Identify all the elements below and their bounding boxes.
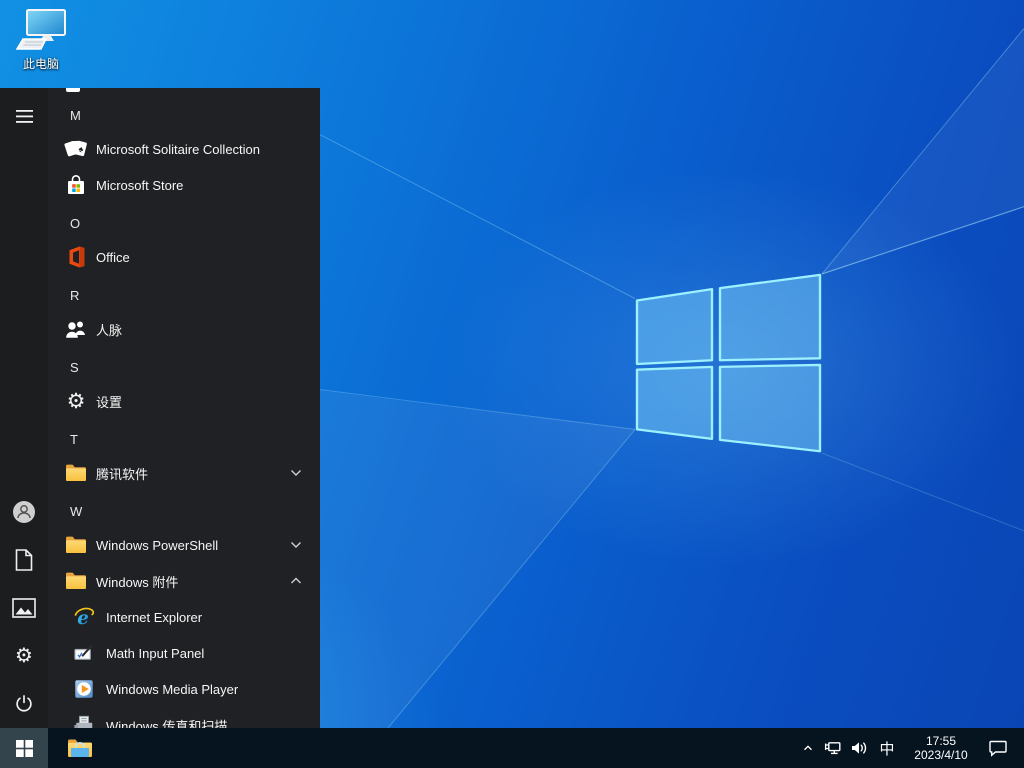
section-letter: W	[70, 503, 83, 519]
action-center-icon	[989, 740, 1007, 757]
network-ethernet-icon	[824, 742, 841, 755]
tray-volume-button[interactable]	[846, 728, 872, 768]
chevron-up-icon	[291, 577, 301, 584]
start-menu-rail: ⚙	[0, 88, 48, 728]
app-label: Windows 附件	[96, 574, 179, 590]
start-button[interactable]	[0, 728, 48, 768]
this-pc-icon	[15, 9, 66, 50]
volume-icon	[852, 742, 867, 754]
tray-date: 2023/4/10	[914, 748, 968, 762]
folder-item-tencent-software[interactable]: 腾讯软件	[48, 455, 320, 491]
app-item-windows-fax-and-scan[interactable]: Windows 传真和扫描	[48, 707, 320, 728]
power-icon	[16, 695, 32, 712]
app-label: Math Input Panel	[106, 645, 205, 661]
app-label: Windows 传真和扫描	[106, 718, 228, 729]
math-input-panel-icon	[73, 642, 95, 664]
ime-indicator-label: 中	[879, 740, 895, 758]
user-account-button[interactable]	[0, 488, 48, 536]
app-item-office[interactable]: Office	[48, 239, 320, 275]
file-explorer-icon	[68, 739, 92, 757]
section-header-m[interactable]: M	[48, 97, 320, 133]
app-label: 人脉	[96, 322, 123, 338]
user-account-icon	[13, 501, 35, 523]
folder-icon	[64, 461, 88, 485]
tray-clock[interactable]: 17:55 2023/4/10	[902, 728, 980, 768]
app-label: Office	[96, 249, 130, 265]
section-letter: O	[70, 215, 81, 231]
folder-icon	[64, 533, 88, 557]
power-button[interactable]	[0, 680, 48, 728]
section-header-o[interactable]: O	[48, 205, 320, 241]
app-item-microsoft-store[interactable]: Microsoft Store	[48, 167, 320, 203]
section-letter: R	[70, 287, 80, 303]
app-item-windows-media-player[interactable]: Windows Media Player	[48, 671, 320, 707]
section-header-s[interactable]: S	[48, 349, 320, 385]
taskbar: 中 17:55 2023/4/10	[0, 728, 1024, 768]
section-header-t[interactable]: T	[48, 421, 320, 457]
solitaire-icon: ♠	[64, 137, 88, 161]
app-item-people[interactable]: 人脉	[48, 311, 320, 347]
tray-time: 17:55	[925, 734, 957, 748]
app-item-settings[interactable]: ⚙ 设置	[48, 383, 320, 419]
pictures-button[interactable]	[0, 584, 48, 632]
documents-button[interactable]	[0, 536, 48, 584]
internet-explorer-icon: e	[73, 606, 95, 628]
folder-icon	[64, 569, 88, 593]
app-label: 腾讯软件	[96, 466, 149, 482]
fax-and-scan-icon	[73, 714, 95, 728]
section-letter: T	[70, 431, 78, 447]
tray-network-button[interactable]	[820, 728, 846, 768]
chevron-down-icon	[291, 542, 301, 548]
windows-media-player-icon	[73, 678, 95, 700]
partially-scrolled-app-icon	[66, 88, 80, 92]
start-menu-app-list: M ♠ Microsoft Solitaire Collection Micro…	[48, 88, 320, 728]
section-header-r[interactable]: R	[48, 277, 320, 313]
app-label: Internet Explorer	[106, 609, 203, 625]
file-explorer-button[interactable]	[56, 728, 104, 768]
tray-show-hidden-icons-button[interactable]	[796, 728, 820, 768]
section-letter: M	[70, 107, 81, 123]
app-label: Windows PowerShell	[96, 537, 219, 553]
chevron-down-icon	[291, 470, 301, 476]
windows-logo-icon	[15, 739, 33, 757]
app-label: Windows Media Player	[106, 681, 239, 697]
app-item-internet-explorer[interactable]: e Internet Explorer	[48, 599, 320, 635]
windows-desktop: 此电脑 ⚙ M ♠ Microsoft Solitaire Collection…	[0, 0, 1024, 768]
hamburger-menu-button[interactable]	[0, 92, 48, 140]
folder-item-windows-accessories[interactable]: Windows 附件	[48, 563, 320, 599]
hamburger-menu-icon	[15, 109, 33, 123]
chevron-up-icon	[804, 745, 812, 751]
people-icon	[64, 317, 88, 341]
app-label: Microsoft Solitaire Collection	[96, 141, 261, 157]
settings-button[interactable]: ⚙	[0, 632, 48, 680]
section-header-w[interactable]: W	[48, 493, 320, 529]
system-tray: 中 17:55 2023/4/10	[796, 728, 1016, 768]
app-label: 设置	[96, 394, 123, 410]
settings-gear-icon: ⚙	[66, 389, 86, 413]
section-letter: S	[70, 359, 79, 375]
app-item-microsoft-solitaire-collection[interactable]: ♠ Microsoft Solitaire Collection	[48, 131, 320, 167]
tray-ime-indicator[interactable]: 中	[872, 728, 902, 768]
app-item-math-input-panel[interactable]: Math Input Panel	[48, 635, 320, 671]
app-label: Microsoft Store	[96, 177, 184, 193]
pictures-icon	[12, 598, 36, 618]
action-center-button[interactable]	[980, 728, 1016, 768]
folder-item-windows-powershell[interactable]: Windows PowerShell	[48, 527, 320, 563]
settings-gear-icon: ⚙	[15, 645, 33, 667]
office-icon	[64, 245, 88, 269]
documents-icon	[15, 549, 33, 571]
start-menu: ⚙ M ♠ Microsoft Solitaire Collection Mic…	[0, 88, 320, 728]
store-icon	[64, 173, 88, 197]
desktop-icon-this-pc[interactable]: 此电脑	[10, 8, 72, 72]
desktop-icon-label: 此电脑	[22, 57, 59, 71]
